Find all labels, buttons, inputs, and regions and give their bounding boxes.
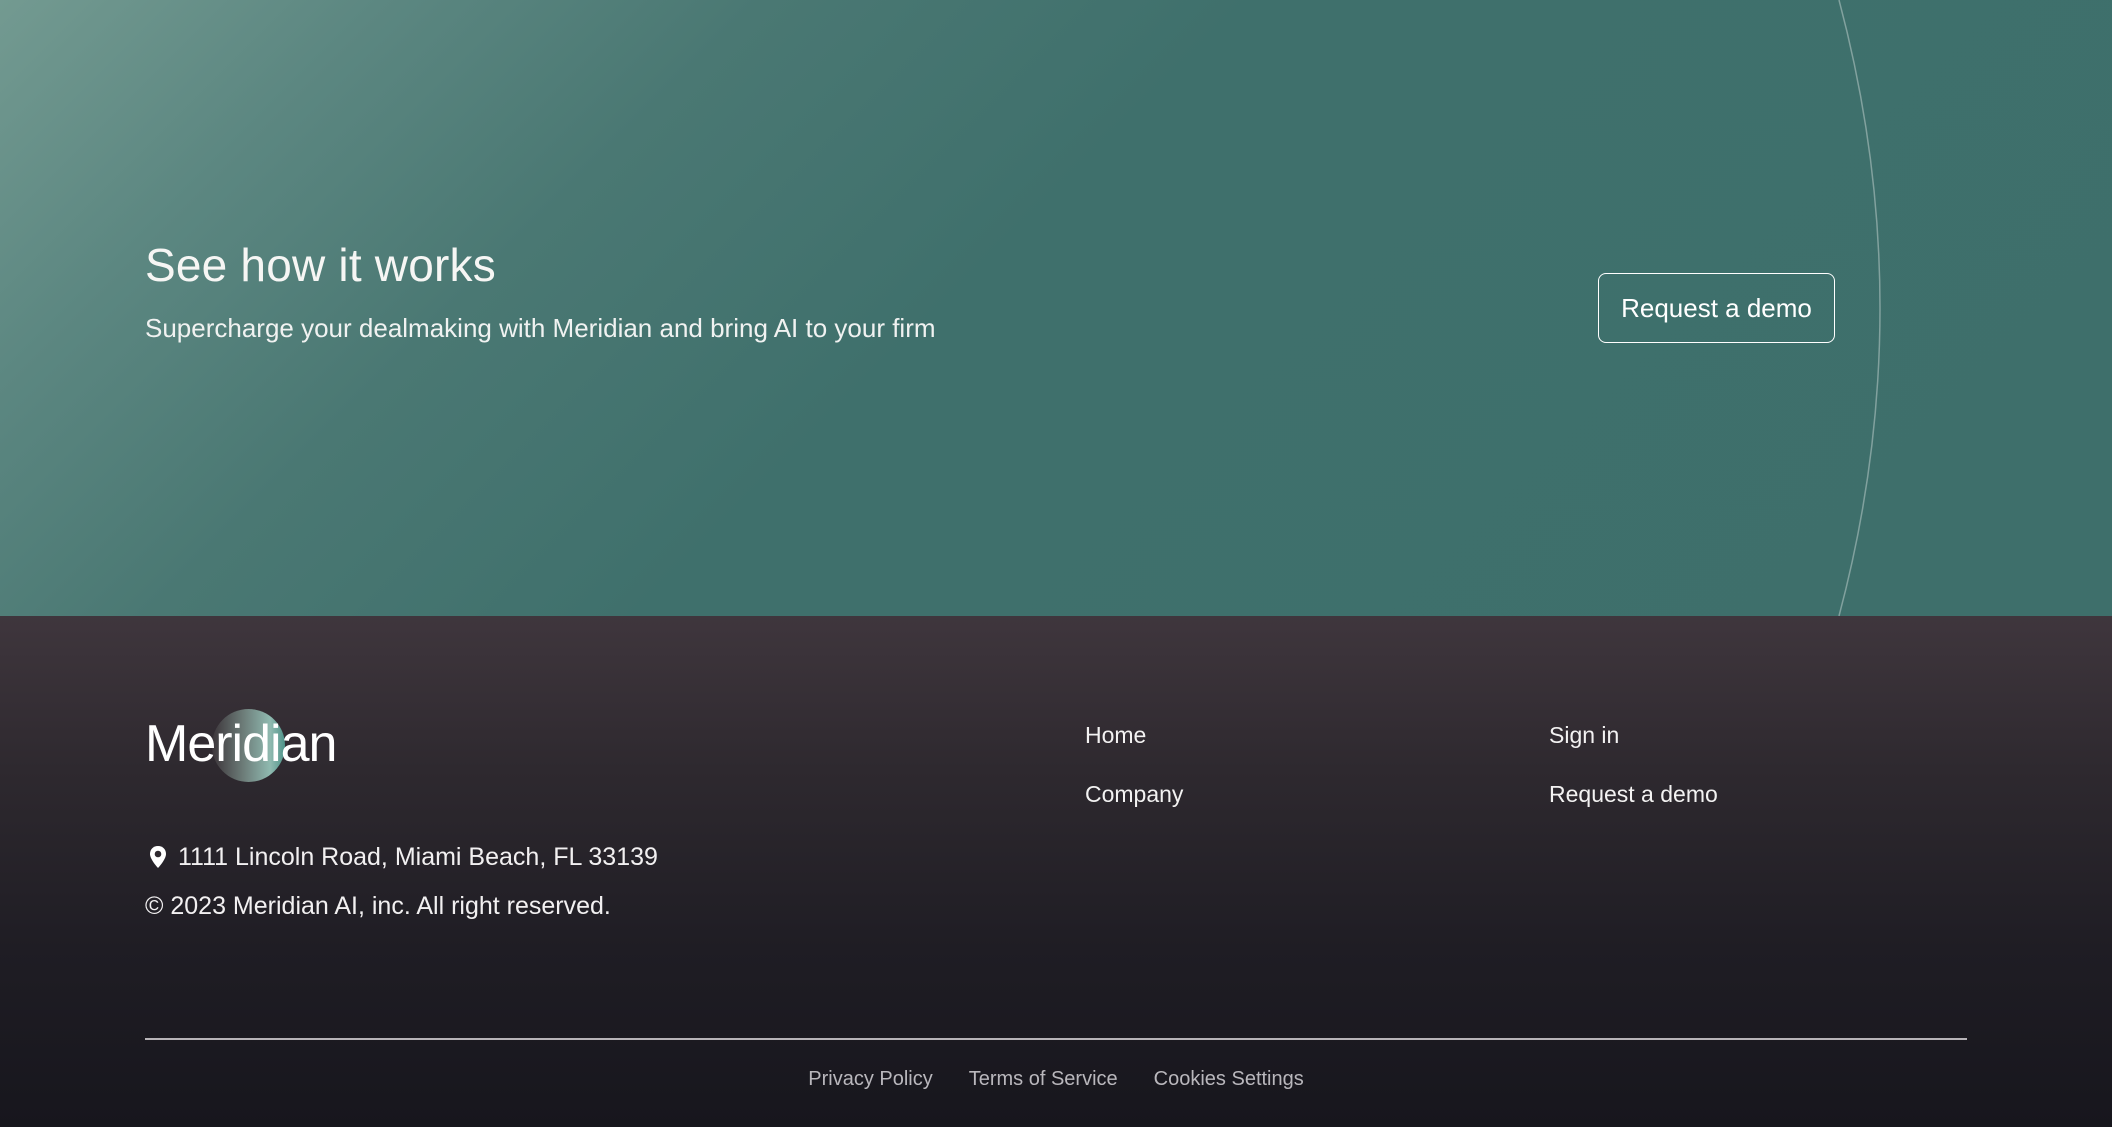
- location-pin-icon: [150, 846, 166, 868]
- terms-of-service-link[interactable]: Terms of Service: [969, 1066, 1118, 1092]
- footer-link-home[interactable]: Home: [1085, 720, 1183, 750]
- footer-link-sign-in[interactable]: Sign in: [1549, 720, 1718, 750]
- footer-divider: [145, 1038, 1967, 1040]
- cta-title: See how it works: [145, 239, 496, 291]
- cta-text-block: See how it works Supercharge your dealma…: [145, 238, 936, 344]
- request-demo-button[interactable]: Request a demo: [1598, 273, 1835, 343]
- site-footer: Meridian 1111 Lincoln Road, Miami Beach,…: [0, 616, 2112, 1127]
- footer-info: 1111 Lincoln Road, Miami Beach, FL 33139…: [145, 840, 658, 923]
- address-text: 1111 Lincoln Road, Miami Beach, FL 33139: [178, 842, 658, 871]
- privacy-policy-link[interactable]: Privacy Policy: [808, 1066, 932, 1092]
- cta-section: See how it works Supercharge your dealma…: [0, 0, 2112, 616]
- footer-link-request-demo[interactable]: Request a demo: [1549, 779, 1718, 809]
- footer-link-company[interactable]: Company: [1085, 779, 1183, 809]
- copyright-text: © 2023 Meridian AI, inc. All right reser…: [145, 892, 611, 920]
- footer-nav-column-1: Home Company: [1085, 720, 1183, 838]
- cookies-settings-link[interactable]: Cookies Settings: [1154, 1066, 1304, 1092]
- meridian-logo[interactable]: Meridian: [145, 706, 365, 786]
- footer-nav-column-2: Sign in Request a demo: [1549, 720, 1718, 838]
- address-row: 1111 Lincoln Road, Miami Beach, FL 33139: [145, 840, 658, 874]
- cta-subtitle: Supercharge your dealmaking with Meridia…: [145, 313, 936, 343]
- legal-links: Privacy Policy Terms of Service Cookies …: [0, 1066, 2112, 1092]
- logo-wordmark: Meridian: [145, 715, 337, 773]
